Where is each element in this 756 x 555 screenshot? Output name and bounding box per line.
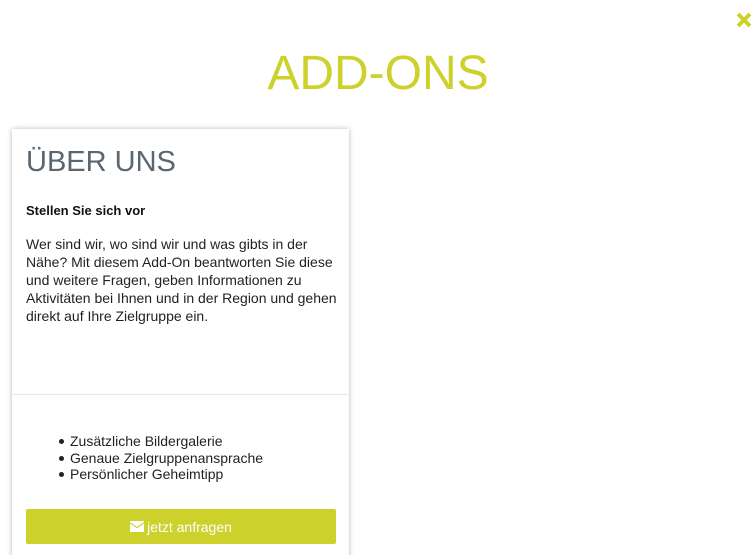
envelope-icon [130,521,145,532]
addons-modal: ADD-ONS ÜBER UNS Stellen Sie sich vor We… [0,0,756,555]
addon-card-title: ÜBER UNS [26,146,176,178]
close-icon [736,12,752,28]
addon-card-ueber-uns: ÜBER UNS Stellen Sie sich vor Wer sind w… [12,129,349,555]
page-title: ADD-ONS [267,47,489,100]
feature-list: Zusätzliche Bildergalerie Genaue Zielgru… [26,433,263,483]
feature-item: Genaue Zielgruppenansprache [58,449,264,466]
request-button-label: jetzt anfragen [147,518,232,535]
close-button[interactable] [735,10,753,30]
feature-item: Persönlicher Geheimtipp [58,466,263,483]
feature-item: Zusätzliche Bildergalerie [58,433,263,450]
card-divider [12,394,349,395]
request-button[interactable]: jetzt anfragen [26,509,336,544]
addon-card-description: Wer sind wir, wo sind wir und was gibts … [26,236,337,324]
addon-card-subtitle: Stellen Sie sich vor [26,203,146,218]
